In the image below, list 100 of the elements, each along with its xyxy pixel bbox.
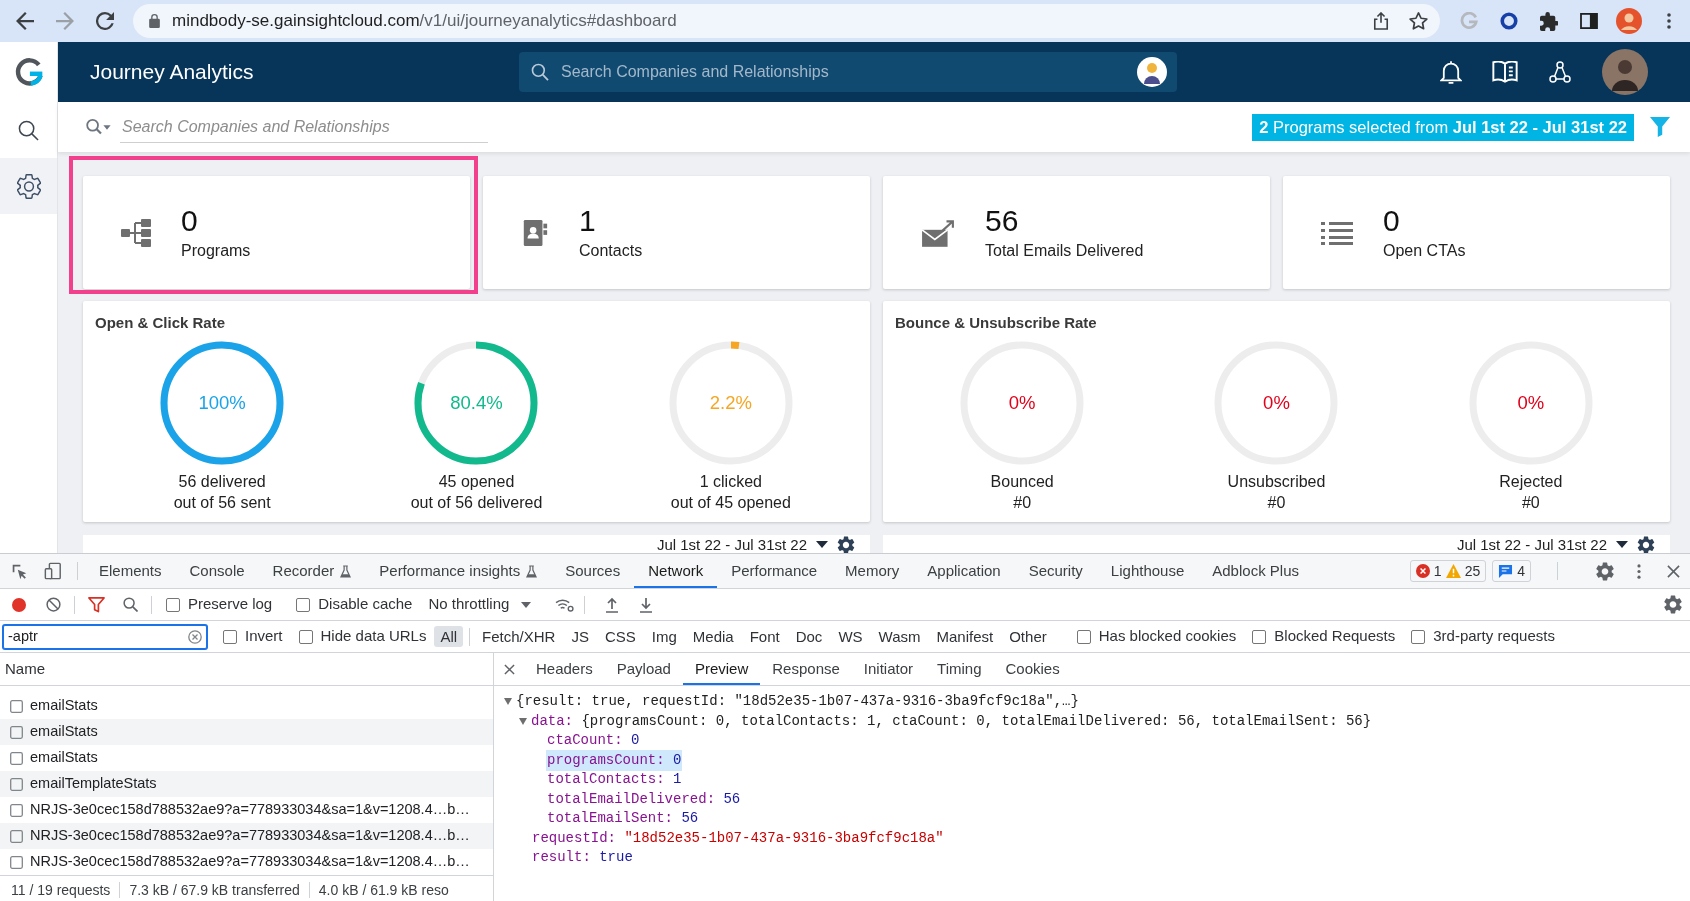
type-filter[interactable]: CSS <box>598 626 642 647</box>
property-entry[interactable]: totalEmailSent: 56 <box>546 808 700 830</box>
more-icon[interactable] <box>1637 563 1641 579</box>
panel-tab[interactable]: Memory <box>831 554 914 588</box>
clear-input-icon[interactable] <box>188 629 202 644</box>
stat-card[interactable]: 56 Total Emails Delivered <box>883 176 1270 289</box>
option-label[interactable]: Hide data URLs <box>320 625 427 648</box>
search-input[interactable]: Search Companies and Relationships <box>561 60 1125 84</box>
stat-card[interactable]: 0 Open CTAs <box>1283 176 1670 289</box>
network-icon[interactable] <box>1548 60 1572 84</box>
detail-tab[interactable]: Response <box>760 653 852 685</box>
device-icon[interactable] <box>44 562 62 580</box>
panel-tab[interactable]: Console <box>175 554 259 588</box>
detail-tab[interactable]: Headers <box>524 653 605 685</box>
settings-icon[interactable] <box>1596 561 1614 581</box>
request-row[interactable]: NRJS-3e0cec158d788532ae9?a=778933034&sa=1&v=1208.4…b… <box>0 797 493 823</box>
search-field[interactable]: Search Companies and Relationships <box>120 111 488 143</box>
download-icon[interactable] <box>639 596 654 613</box>
settings-icon[interactable] <box>837 536 855 553</box>
detail-tab[interactable]: Preview <box>682 653 761 685</box>
expand-arrow-icon[interactable] <box>504 698 512 706</box>
property-entry[interactable]: totalEmailDelivered: 56 <box>546 788 742 810</box>
request-row[interactable]: emailStats <box>0 719 493 745</box>
option-label[interactable]: Invert <box>245 625 283 648</box>
detail-tab[interactable]: Timing <box>925 653 994 685</box>
type-filter[interactable]: Other <box>1003 626 1053 647</box>
star-icon[interactable] <box>1409 12 1428 30</box>
column-header[interactable]: Name <box>5 657 45 681</box>
option-label[interactable]: Preserve log <box>188 593 273 616</box>
property-entry[interactable]: result: true <box>531 847 634 869</box>
panel-tab[interactable]: Performance insights <box>365 554 552 588</box>
stat-card[interactable]: 0 Programs <box>83 176 470 289</box>
date-range-label[interactable]: Jul 1st 22 - Jul 31st 22 <box>656 536 807 553</box>
option-label[interactable]: Has blocked cookies <box>1098 625 1237 648</box>
property-entry[interactable]: totalContacts: 1 <box>546 769 683 791</box>
checkbox[interactable] <box>1252 629 1267 644</box>
issues-counter[interactable]: 1 25 <box>1409 560 1487 582</box>
ring-extension-icon[interactable] <box>1500 12 1518 30</box>
avatar-icon[interactable] <box>1137 57 1167 87</box>
property-entry[interactable]: {result: true, requestId: "18d52e35-1b07-437a-9316-3ba9fcf9c18a",…} <box>515 691 1080 713</box>
panel-tab[interactable]: Elements <box>85 554 176 588</box>
side-panel-icon[interactable] <box>1580 13 1598 29</box>
request-row[interactable]: NRJS-3e0cec158d788532ae9?a=778933034&sa=1&v=1208.4…b… <box>0 823 493 849</box>
type-filter[interactable]: All <box>434 626 464 647</box>
upload-icon[interactable] <box>605 596 620 613</box>
type-filter[interactable]: WS <box>832 626 869 647</box>
type-filter[interactable]: Doc <box>789 626 829 647</box>
panel-tab[interactable]: Application <box>913 554 1015 588</box>
checkbox[interactable] <box>296 597 311 612</box>
throttling-dropdown[interactable]: No throttling <box>428 593 532 616</box>
caret-icon[interactable] <box>816 541 828 548</box>
address-bar[interactable]: mindbody-se.gainsightcloud.com/v1/ui/journeyanalytics#dashboard <box>133 4 1440 38</box>
settings-icon[interactable] <box>1664 595 1682 614</box>
url-text[interactable]: mindbody-se.gainsightcloud.com/v1/ui/journeyanalytics#dashboard <box>172 11 677 31</box>
checkbox[interactable] <box>1411 629 1426 644</box>
option-label[interactable]: Blocked Requests <box>1274 625 1396 648</box>
checkbox[interactable] <box>1076 629 1091 644</box>
filter-input[interactable]: -aptr <box>8 625 188 648</box>
panel-tab[interactable]: Network <box>634 554 718 588</box>
filter-icon[interactable] <box>87 596 105 613</box>
puzzle-icon[interactable] <box>1540 11 1558 31</box>
reload-icon[interactable] <box>96 12 114 30</box>
type-filter[interactable]: Font <box>743 626 786 647</box>
caret-icon[interactable] <box>1616 541 1628 548</box>
checkbox[interactable] <box>298 629 313 644</box>
type-filter[interactable]: Media <box>686 626 740 647</box>
panel-tab[interactable]: Adblock Plus <box>1198 554 1313 588</box>
close-icon[interactable] <box>504 663 515 675</box>
panel-tab[interactable]: Performance <box>717 554 832 588</box>
detail-tab[interactable]: Payload <box>604 653 683 685</box>
nav-item[interactable] <box>0 158 57 214</box>
property-entry[interactable]: data: {programsCount: 0, totalContacts: 1, ctaCount: 0, totalEmailDelivered: 56, totalEmailSent: 56} <box>530 710 1373 732</box>
panel-tab[interactable]: Sources <box>551 554 635 588</box>
type-filter[interactable]: Img <box>645 626 683 647</box>
property-entry[interactable]: programsCount: 0 <box>546 749 683 771</box>
network-conditions-icon[interactable] <box>555 597 575 612</box>
back-icon[interactable] <box>16 12 34 30</box>
detail-tab[interactable]: Initiator <box>851 653 926 685</box>
property-entry[interactable]: requestId: "18d52e35-1b07-437a-9316-3ba9fcf9c18a" <box>531 827 945 849</box>
type-filter[interactable]: Manifest <box>930 626 1000 647</box>
date-range-label[interactable]: Jul 1st 22 - Jul 31st 22 <box>1456 536 1607 553</box>
panel-tab[interactable]: Security <box>1014 554 1097 588</box>
inspect-icon[interactable] <box>10 562 28 580</box>
search-field[interactable]: Search Companies and Relationships <box>519 52 1177 92</box>
type-filter[interactable]: Wasm <box>872 626 927 647</box>
type-filter[interactable]: Fetch/XHR <box>476 626 562 647</box>
detail-tab[interactable]: Cookies <box>993 653 1072 685</box>
more-icon[interactable] <box>1667 13 1671 29</box>
request-row[interactable]: emailStats <box>0 693 493 719</box>
property-entry[interactable]: ctaCount: 0 <box>546 730 641 752</box>
request-row[interactable]: emailStats <box>0 745 493 771</box>
expand-arrow-icon[interactable] <box>519 717 527 725</box>
record-icon[interactable] <box>12 597 26 612</box>
settings-icon[interactable] <box>1637 536 1655 553</box>
option-label[interactable]: Disable cache <box>318 593 413 616</box>
close-icon[interactable] <box>1666 564 1680 578</box>
option-label[interactable]: 3rd-party requests <box>1433 625 1555 648</box>
panel-tab[interactable]: Lighthouse <box>1096 554 1199 588</box>
search-dropdown-icon[interactable] <box>85 118 111 136</box>
messages-counter[interactable]: 4 <box>1492 560 1531 582</box>
